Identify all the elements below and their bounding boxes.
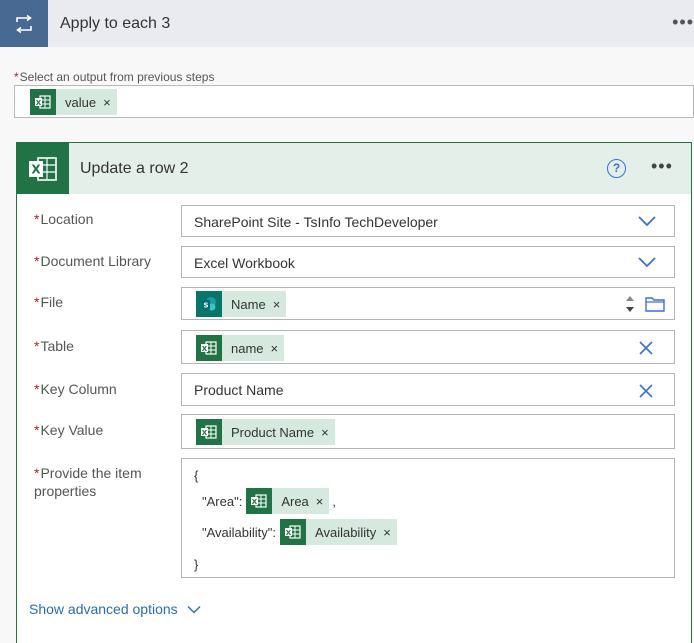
svg-text:X: X bbox=[286, 529, 292, 537]
location-label: *Location bbox=[34, 211, 94, 227]
folder-icon[interactable] bbox=[645, 296, 665, 312]
svg-text:S: S bbox=[203, 302, 208, 310]
excel-icon: X bbox=[280, 519, 307, 545]
help-icon[interactable]: ? bbox=[607, 159, 626, 178]
remove-token-icon[interactable]: × bbox=[383, 525, 391, 540]
file-label: *File bbox=[34, 294, 64, 310]
chevron-down-icon[interactable] bbox=[638, 256, 656, 268]
apply-to-each-title: Apply to each 3 bbox=[60, 14, 171, 32]
area-token[interactable]: X Area × bbox=[246, 488, 330, 514]
document-library-select[interactable]: Excel Workbook bbox=[181, 246, 675, 278]
svg-text:X: X bbox=[202, 429, 208, 437]
update-row-title: Update a row 2 bbox=[80, 159, 189, 177]
remove-token-icon[interactable]: × bbox=[103, 95, 111, 110]
svg-text:X: X bbox=[252, 498, 258, 506]
key-value-input[interactable]: X Product Name × bbox=[181, 414, 675, 449]
svg-text:X: X bbox=[36, 99, 42, 107]
remove-token-icon[interactable]: × bbox=[316, 494, 324, 509]
select-output-label: *Select an output from previous steps bbox=[14, 70, 215, 84]
name-token[interactable]: X name × bbox=[196, 335, 285, 361]
excel-icon: X bbox=[196, 335, 222, 361]
file-input[interactable]: S Name × bbox=[181, 287, 675, 320]
show-advanced-options-link[interactable]: Show advanced options bbox=[29, 601, 201, 617]
loop-icon bbox=[0, 0, 48, 47]
key-column-label: *Key Column bbox=[34, 381, 117, 397]
product-name-token[interactable]: X Product Name × bbox=[196, 419, 335, 445]
chevron-down-icon[interactable] bbox=[638, 215, 656, 227]
value-token[interactable]: X value × bbox=[30, 89, 117, 115]
availability-token[interactable]: X Availability × bbox=[280, 519, 397, 545]
remove-token-icon[interactable]: × bbox=[321, 425, 329, 440]
chevron-down-icon bbox=[187, 605, 201, 613]
item-properties-label: *Provide the item properties bbox=[34, 465, 142, 499]
close-icon[interactable] bbox=[638, 340, 654, 356]
remove-token-icon[interactable]: × bbox=[271, 341, 279, 356]
item-properties-editor[interactable]: { "Area": X Area × , "Availability": X A… bbox=[181, 458, 675, 578]
name-token[interactable]: S Name × bbox=[196, 291, 287, 317]
svg-text:X: X bbox=[202, 345, 208, 353]
excel-icon: X bbox=[196, 419, 222, 445]
key-value-label: *Key Value bbox=[34, 422, 104, 438]
location-select[interactable]: SharePoint Site - TsInfo TechDeveloper bbox=[181, 205, 675, 237]
svg-text:X: X bbox=[31, 162, 41, 176]
table-input[interactable]: X name × bbox=[181, 330, 675, 364]
more-options-icon[interactable]: ••• bbox=[672, 12, 694, 33]
key-column-input[interactable]: Product Name bbox=[181, 373, 675, 406]
excel-icon: X bbox=[17, 143, 69, 194]
more-options-icon[interactable]: ••• bbox=[651, 156, 673, 177]
update-row-header[interactable]: X Update a row 2 ? ••• bbox=[17, 143, 691, 194]
excel-icon: X bbox=[30, 89, 56, 115]
select-output-input[interactable]: X value × bbox=[14, 85, 694, 118]
stepper-icon[interactable] bbox=[624, 291, 636, 317]
remove-token-icon[interactable]: × bbox=[273, 297, 281, 312]
excel-icon: X bbox=[246, 488, 273, 514]
document-library-label: *Document Library bbox=[34, 253, 151, 269]
apply-to-each-header[interactable]: Apply to each 3 ••• bbox=[0, 0, 694, 47]
sharepoint-icon: S bbox=[196, 291, 222, 317]
table-label: *Table bbox=[34, 338, 74, 354]
close-icon[interactable] bbox=[638, 383, 654, 399]
update-row-card: X Update a row 2 ? ••• *Location SharePo… bbox=[16, 142, 692, 643]
